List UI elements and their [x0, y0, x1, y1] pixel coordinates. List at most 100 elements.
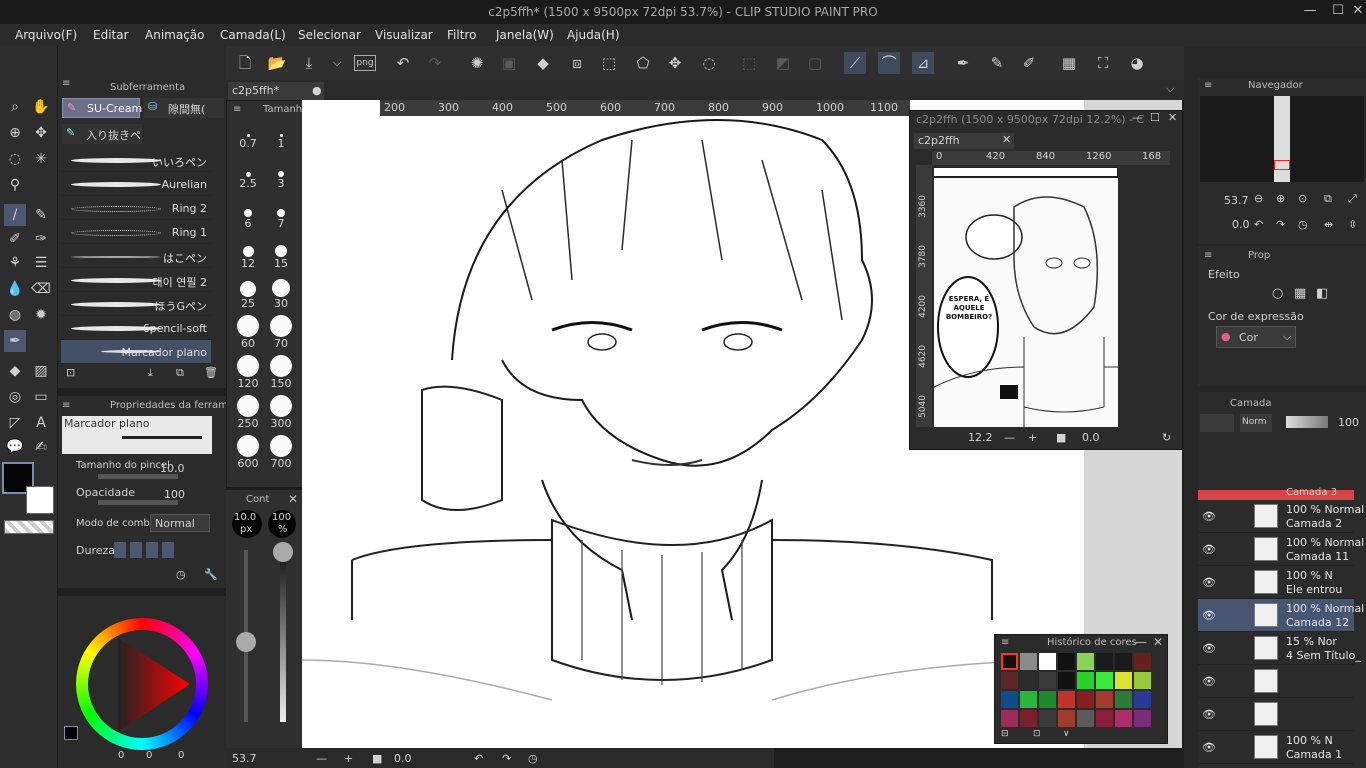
loading-icon[interactable]: ✺ — [466, 52, 488, 74]
selection-off-icon[interactable]: ⬚ — [738, 52, 760, 74]
transparent-color-swatch[interactable] — [4, 520, 54, 534]
crop-icon[interactable]: ⧈ — [566, 52, 588, 74]
brush-size-option[interactable]: 12 — [233, 237, 263, 275]
layer-opacity-value[interactable]: 100 — [1338, 416, 1359, 429]
opacity-slider-knob[interactable] — [273, 542, 293, 562]
color-history-swatch[interactable] — [1058, 691, 1075, 708]
fit-icon[interactable]: ⊙ — [1298, 192, 1307, 205]
export-png-icon[interactable]: png — [354, 55, 376, 71]
brush-size-option[interactable]: 2.5 — [233, 157, 263, 195]
brush-size-option[interactable]: 300 — [266, 395, 296, 435]
sparkle-icon[interactable]: ✹ — [30, 304, 52, 326]
menu-visualizar[interactable]: Visualizar — [375, 28, 433, 42]
size-slider[interactable] — [98, 474, 178, 479]
eyedropper-icon[interactable]: ⚲ — [4, 174, 26, 196]
eye-icon[interactable]: 👁 — [1202, 741, 1216, 754]
special-ruler-snap-icon[interactable]: ⌒ — [878, 52, 900, 74]
redo-icon[interactable]: ↷ — [424, 52, 446, 74]
eye-icon[interactable]: 👁 — [1202, 708, 1216, 721]
operation-icon[interactable]: ⊕ — [4, 122, 26, 144]
eye-icon[interactable]: 👁 — [1202, 675, 1216, 688]
rotate-right-icon[interactable]: ↷ — [502, 752, 511, 765]
layer-row[interactable]: 👁 — [1198, 665, 1354, 698]
minimize-icon[interactable]: — — [1132, 111, 1143, 124]
color-history-swatch[interactable] — [1001, 653, 1018, 670]
balloon-icon[interactable]: 💬 — [4, 436, 26, 458]
color-history-swatch[interactable] — [1096, 672, 1113, 689]
minimize-icon[interactable]: — — [1300, 3, 1320, 21]
brush-size-option[interactable]: 30 — [266, 277, 296, 315]
brush-item[interactable]: いいろペン — [61, 148, 211, 172]
selection-invert-icon[interactable]: ◩ — [772, 52, 794, 74]
brush-tool-icon[interactable]: ✐ — [4, 228, 26, 250]
color-history-swatch[interactable] — [1058, 710, 1075, 727]
layer-row[interactable]: 👁 100 % Normal Camada 2 — [1198, 500, 1364, 533]
brush-item-selected[interactable]: Marcador plano — [61, 340, 211, 364]
lasso-select-icon[interactable]: ◌ — [4, 148, 26, 170]
chevron-down-icon[interactable]: ⌵ — [326, 52, 348, 74]
color-history-swatch[interactable] — [1001, 710, 1018, 727]
color-history-swatch[interactable] — [1134, 653, 1151, 670]
blend-icon[interactable]: ◕ — [1126, 52, 1148, 74]
color-history-swatch[interactable] — [1134, 710, 1151, 727]
close-icon[interactable]: ✕ — [1348, 3, 1366, 21]
history-copy-icon[interactable]: ⊡ — [1033, 729, 1041, 739]
open-folder-icon[interactable]: 📂 — [266, 52, 288, 74]
figure-icon[interactable]: ◎ — [4, 386, 26, 408]
brush-item[interactable]: Aurelian — [61, 172, 211, 196]
undo-icon[interactable]: ↶ — [392, 52, 414, 74]
hatch-icon[interactable]: ☰ — [30, 252, 52, 274]
zoom-in-icon[interactable]: ⊕ — [1276, 192, 1285, 205]
navigator-zoom[interactable]: 53.7 — [1224, 194, 1249, 207]
color-history-swatch[interactable] — [1096, 691, 1113, 708]
angle-value[interactable]: 0.0 — [394, 752, 412, 765]
sub-view-canvas[interactable]: ESPERA, É AQUELE BOMBEIRO? — [934, 167, 1118, 427]
free-transform-icon[interactable]: ⬠ — [632, 52, 654, 74]
color-history-swatch[interactable] — [1134, 672, 1151, 689]
brush-size-option[interactable]: 60 — [233, 315, 263, 355]
color-history-swatch[interactable] — [1077, 691, 1094, 708]
fit-window-icon[interactable]: ⤢ — [1348, 192, 1357, 206]
brush-size-option[interactable]: 25 — [233, 277, 263, 315]
zoom-in-icon[interactable]: + — [344, 752, 353, 765]
zoom-out-icon[interactable]: ⊖ — [1254, 192, 1263, 205]
pen-icon[interactable]: ✒ — [952, 52, 974, 74]
menu-editar[interactable]: Editar — [93, 28, 129, 42]
color-history-swatch[interactable] — [1115, 691, 1132, 708]
brush-size-option[interactable]: 70 — [266, 315, 296, 355]
rotate-left-icon[interactable]: ↶ — [1254, 218, 1263, 231]
brush-size-option[interactable]: 600 — [233, 435, 263, 475]
color-history-swatch[interactable] — [1096, 653, 1113, 670]
color-history-swatch[interactable] — [1115, 710, 1132, 727]
expression-color-select[interactable]: ● Cor ⌵ — [1216, 326, 1296, 348]
document-tab[interactable]: c2p5ffh* ● — [228, 82, 324, 100]
rotate-right-icon[interactable]: ↷ — [1276, 218, 1285, 231]
menu-animacao[interactable]: Animação — [145, 28, 204, 42]
opacity-slider[interactable] — [98, 500, 178, 505]
ruler-tool-icon[interactable]: ◸ — [4, 412, 26, 434]
grid-snap-icon[interactable]: ⊿ — [912, 52, 934, 74]
menu-ajuda[interactable]: Ajuda(H) — [567, 28, 620, 42]
layer-type-select[interactable] — [1200, 414, 1234, 432]
eye-icon[interactable]: 👁 — [1202, 642, 1216, 655]
layer-row[interactable]: 👁 100 % Normal Camada 12 — [1198, 599, 1364, 632]
brush-item[interactable]: ほうGペン — [61, 292, 211, 316]
hardness-control[interactable] — [114, 542, 178, 558]
layer-row[interactable]: 👁 100 % N Ele entrou — [1198, 566, 1354, 599]
color-history-swatch[interactable] — [1001, 691, 1018, 708]
correct-line-icon[interactable]: ✍ — [30, 436, 52, 458]
brush-size-option[interactable]: 7 — [266, 197, 296, 235]
color-history-swatch[interactable] — [1039, 672, 1056, 689]
pencil-icon[interactable]: ✎ — [986, 52, 1008, 74]
selection-mask-icon[interactable]: ▢ — [804, 52, 826, 74]
sub-color-swatch[interactable] — [26, 486, 54, 514]
eye-icon[interactable]: 👁 — [1202, 609, 1216, 622]
gradient-icon[interactable]: ▨ — [30, 360, 52, 382]
group-tab-irinuki[interactable]: ✎ 入り抜きペ — [62, 124, 142, 144]
layer-blend-select[interactable]: Norm — [1240, 414, 1272, 432]
reset-rotation-icon[interactable]: ◷ — [1298, 218, 1308, 231]
color-history-swatch[interactable] — [1001, 672, 1018, 689]
maximize-icon[interactable]: ☐ — [1328, 3, 1348, 21]
brush-item[interactable]: Ring 2 — [61, 196, 211, 220]
brush-item[interactable]: 태이 연필 2 — [61, 268, 211, 292]
